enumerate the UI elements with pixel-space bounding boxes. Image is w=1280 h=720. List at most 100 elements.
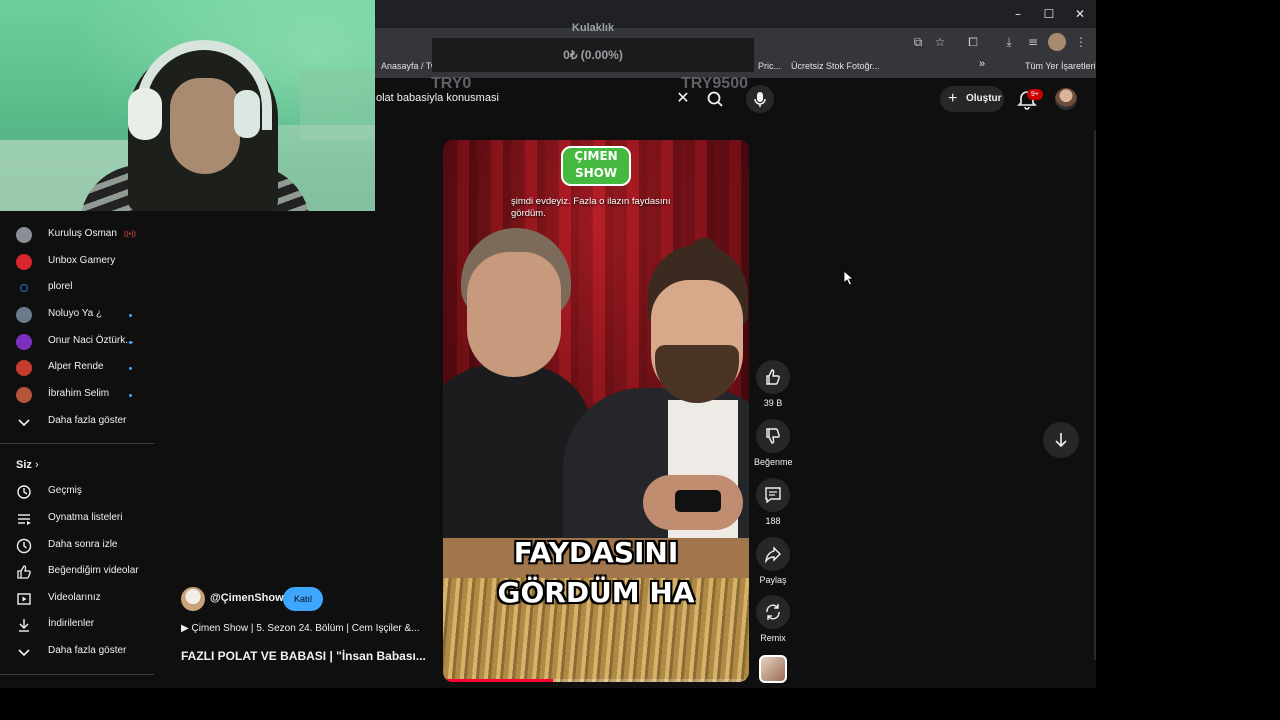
bookmark-star-icon[interactable]: ☆ <box>931 33 949 51</box>
remix-label: Remix <box>760 633 786 643</box>
playlist-icon <box>18 514 31 525</box>
sidebar-item-your-videos[interactable]: Videolarınız <box>0 586 155 612</box>
person-left-face <box>467 252 561 377</box>
channel-avatar <box>20 284 28 292</box>
sidebar-item-watch-later[interactable]: Daha sonra izle <box>0 533 155 559</box>
new-content-dot <box>129 394 132 397</box>
show-more-subscriptions[interactable]: Daha fazla göster <box>0 409 155 435</box>
bookmark-item[interactable]: Anasayfa / Tw <box>381 61 437 71</box>
comments-button[interactable] <box>756 478 790 512</box>
maximize-icon[interactable]: ☐ <box>1035 4 1063 24</box>
share-label: Paylaş <box>759 575 787 585</box>
sidebar-item-plorel[interactable]: plorel <box>0 275 155 301</box>
sidebar-item-label: Oynatma listeleri <box>48 512 123 523</box>
minimize-icon[interactable]: – <box>1004 4 1032 24</box>
video-title[interactable]: FAZLI POLAT VE BABASI | "İnsan Babası... <box>181 649 436 663</box>
account-avatar[interactable] <box>1055 88 1077 110</box>
all-bookmarks-folder[interactable]: Tüm Yer İşaretleri <box>1025 61 1096 71</box>
microphone-icon <box>754 92 766 107</box>
sidebar-item-noluyo-ya[interactable]: Noluyo Ya ¿ <box>0 302 155 328</box>
sidebar-item-label: İndirilenler <box>48 618 95 629</box>
video-progress-bar[interactable] <box>443 679 749 682</box>
sidebar-divider <box>0 674 154 675</box>
video-big-caption-line1: FAYDASINI <box>513 536 679 569</box>
download-icon[interactable]: ⤓ <box>1000 33 1018 51</box>
media-control-icon[interactable]: ≡ <box>1024 33 1042 51</box>
sidebar-item-playlists[interactable]: Oynatma listeleri <box>0 506 155 532</box>
sidebar-item-ibrahim-selim[interactable]: İbrahim Selim <box>0 382 155 408</box>
video-icon <box>17 593 31 605</box>
sidebar-item-label: Alper Rende <box>48 361 104 372</box>
thumbs-up-icon <box>766 369 780 385</box>
create-button[interactable]: + Oluştur <box>940 86 1004 112</box>
bookmark-item[interactable]: Ücretsiz Stok Fotoğr... <box>791 61 880 71</box>
sidebar-item-label: Onur Naci Öztürk... <box>48 335 134 346</box>
channel-avatar <box>16 334 32 350</box>
bookmark-item[interactable]: Pric... <box>758 61 781 71</box>
channel-avatar <box>16 254 32 270</box>
sidebar-item-history[interactable]: Geçmiş <box>0 479 155 505</box>
sidebar-item-label: Daha sonra izle <box>48 539 118 550</box>
sidebar-item-label: Kuruluş Osman <box>48 228 117 239</box>
you-section-heading[interactable]: Siz › <box>16 459 39 471</box>
page-scrollbar[interactable] <box>1094 130 1096 660</box>
clear-search-icon[interactable]: ✕ <box>674 89 692 109</box>
arrow-down-icon <box>1055 433 1067 448</box>
profile-avatar-icon[interactable] <box>1048 33 1066 51</box>
mouse-cursor-icon <box>843 270 855 286</box>
webcam-headset-cup <box>128 88 162 140</box>
channel-handle[interactable]: @ÇimenShow <box>210 592 284 604</box>
clock-icon <box>16 538 32 554</box>
install-app-icon[interactable]: ⧉ <box>909 33 927 51</box>
next-video-button[interactable] <box>1043 422 1079 458</box>
sidebar-item-alper-rende[interactable]: Alper Rende <box>0 355 155 381</box>
extensions-icon[interactable]: ⧠ <box>964 33 982 51</box>
sidebar-item-label: Unbox Gamery <box>48 255 116 266</box>
remix-button[interactable] <box>756 595 790 629</box>
sidebar-item-liked-videos[interactable]: Beğendiğim videolar <box>0 559 155 585</box>
chevron-down-icon <box>18 649 30 657</box>
search-input[interactable]: olat babasiyla konusmasi <box>376 92 499 104</box>
sidebar-item-unbox-gamery[interactable]: Unbox Gamery <box>0 249 155 275</box>
remix-action[interactable]: Remix <box>754 595 792 643</box>
channel-avatar <box>16 307 32 323</box>
voice-search-button[interactable] <box>746 85 774 113</box>
dislike-button[interactable] <box>756 419 790 453</box>
sidebar-item-downloads[interactable]: İndirilenler <box>0 612 155 638</box>
shorts-video-player[interactable]: ÇIMEN SHOW şimdi evdeyiz. Fazla o ilazın… <box>443 140 749 682</box>
sidebar-item-label: Daha fazla göster <box>48 645 127 656</box>
you-section-label: Siz <box>16 459 32 471</box>
close-window-icon[interactable]: ✕ <box>1066 4 1094 24</box>
thumbs-down-icon <box>766 428 780 444</box>
channel-avatar[interactable] <box>181 587 205 611</box>
sound-thumbnail[interactable] <box>759 655 787 683</box>
sidebar-item-onur-naci[interactable]: Onur Naci Öztürk... <box>0 329 155 355</box>
sidebar: Kuruluş Osman ((•)) Unbox Gamery plorel … <box>0 211 160 681</box>
search-icon <box>707 91 723 107</box>
search-button[interactable] <box>700 86 730 112</box>
chevron-right-icon: › <box>34 459 39 471</box>
browser-menu-icon[interactable]: ⋮ <box>1072 33 1090 51</box>
like-action[interactable]: 39 B <box>754 360 792 408</box>
new-content-dot <box>129 367 132 370</box>
share-button[interactable] <box>756 537 790 571</box>
share-action[interactable]: Paylaş <box>754 537 792 585</box>
show-logo-line: ÇIMEN <box>574 149 618 163</box>
comment-count: 188 <box>765 516 781 526</box>
dislike-action[interactable]: Beğenme <box>754 419 793 467</box>
comments-action[interactable]: 188 <box>754 478 792 526</box>
join-button[interactable]: Katıl <box>283 587 323 611</box>
webcam-overlay <box>0 0 375 211</box>
new-content-dot <box>129 314 132 317</box>
download-icon <box>19 619 29 632</box>
plus-icon: + <box>948 90 958 107</box>
playlist-link[interactable]: ▶ Çimen Show | 5. Sezon 24. Bölüm | Cem … <box>181 623 436 634</box>
bookmarks-overflow-icon[interactable]: » <box>979 58 985 70</box>
goal-widget-value: 0₺ (0.00%) <box>563 48 623 62</box>
like-button[interactable] <box>756 360 790 394</box>
sidebar-item-kurulus-osman[interactable]: Kuruluş Osman ((•)) <box>0 222 155 248</box>
show-more-you[interactable]: Daha fazla göster <box>0 639 155 665</box>
dislike-label: Beğenme <box>754 457 793 467</box>
play-icon: ▶ <box>181 623 192 634</box>
sidebar-item-label: Beğendiğim videolar <box>48 565 139 576</box>
